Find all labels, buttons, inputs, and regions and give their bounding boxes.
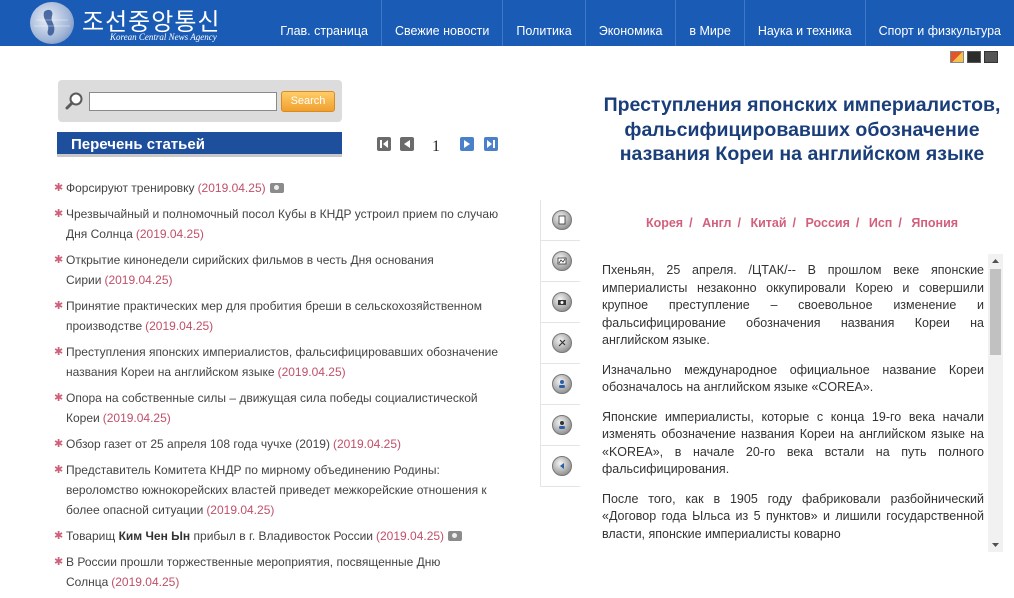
article-link[interactable]: Форсируют тренировку xyxy=(66,181,195,195)
first-page-icon[interactable] xyxy=(377,137,391,151)
list-item: ✱ Преступления японских империалистов, ф… xyxy=(54,342,504,382)
top-icons xyxy=(950,51,998,63)
lang-chinese[interactable]: Китай xyxy=(750,216,786,230)
article-link[interactable]: Принятие практических мер для пробития б… xyxy=(66,299,482,333)
person-icon[interactable] xyxy=(541,405,580,446)
kcna-logo[interactable]: 조선중앙통신 Korean Central News Agency xyxy=(30,0,240,46)
lang-korean[interactable]: Корея xyxy=(646,216,683,230)
bullet-star-icon: ✱ xyxy=(54,300,64,312)
bullet-star-icon: ✱ xyxy=(54,530,64,542)
lang-japanese[interactable]: Япония xyxy=(911,216,958,230)
search-input[interactable] xyxy=(89,92,277,111)
article-link[interactable]: Чрезвычайный и полномочный посол Кубы в … xyxy=(66,207,498,241)
article-title-prefix: Товарищ xyxy=(66,529,119,543)
list-item: ✱ Товарищ Ким Чен Ын прибыл в г. Владиво… xyxy=(54,526,504,546)
prev-page-icon[interactable] xyxy=(400,137,414,151)
next-page-icon[interactable] xyxy=(460,137,474,151)
globe-icon xyxy=(30,2,74,44)
camera-icon xyxy=(269,183,284,193)
article-link[interactable]: Представитель Комитета КНДР по мирному о… xyxy=(66,463,487,517)
search-icon xyxy=(65,92,83,110)
article-date: (2019.04.25) xyxy=(145,319,214,333)
list-item: ✱ Чрезвычайный и полномочный посол Кубы … xyxy=(54,204,504,244)
article-date: (2019.04.25) xyxy=(102,411,171,425)
scroll-thumb[interactable] xyxy=(990,269,1001,355)
list-item: ✱ Открытие кинонедели сирийских фильмов … xyxy=(54,250,504,290)
article-toolbar xyxy=(540,200,580,487)
article-paragraph: Пхеньян, 25 апреля. /ЦТАК/-- В прошлом в… xyxy=(602,263,984,347)
current-page-number: 1 xyxy=(432,138,440,155)
article-headline: Преступления японских империалистов, фал… xyxy=(603,94,1001,165)
article-date: (2019.04.25) xyxy=(197,181,266,195)
article-link[interactable]: Обзор газет от 25 апреля 108 года чучхе … xyxy=(66,437,330,451)
nav-science[interactable]: Наука и техника xyxy=(743,0,865,46)
person-add-icon[interactable] xyxy=(541,364,580,405)
last-page-icon[interactable] xyxy=(484,137,498,151)
article-date: (2019.04.25) xyxy=(277,365,346,379)
bullet-star-icon: ✱ xyxy=(54,392,64,404)
bullet-star-icon: ✱ xyxy=(54,182,64,194)
nav-latest-news[interactable]: Свежие новости xyxy=(381,0,502,46)
bullet-star-icon: ✱ xyxy=(54,556,64,568)
search-box: Search xyxy=(58,80,342,122)
video-icon[interactable] xyxy=(967,51,981,63)
list-item: ✱ Принятие практических мер для пробития… xyxy=(54,296,504,336)
lang-spanish[interactable]: Исп xyxy=(869,216,893,230)
logo-subtitle: Korean Central News Agency xyxy=(110,32,217,42)
nav-sports[interactable]: Спорт и физкультура xyxy=(864,0,1014,46)
language-links: Корея / Англ / Китай / Россия / Исп / Япония xyxy=(645,216,959,230)
nav-economy[interactable]: Экономика xyxy=(584,0,676,46)
photo-icon[interactable] xyxy=(541,241,580,282)
leader-name: Ким Чен Ын xyxy=(118,529,191,543)
bullet-star-icon: ✱ xyxy=(54,346,64,358)
article-paragraph: Японские империалисты, которые с конца 1… xyxy=(602,409,984,477)
article-list-header: Перечень статьей xyxy=(57,132,342,157)
list-item: ✱ Форсируют тренировку (2019.04.25) xyxy=(54,178,504,198)
article-scrollbar[interactable] xyxy=(988,254,1003,552)
article-date: (2019.04.25) xyxy=(135,227,204,241)
lang-english[interactable]: Англ xyxy=(702,216,731,230)
nav-world[interactable]: в Мире xyxy=(675,0,743,46)
scroll-down-icon[interactable] xyxy=(988,538,1003,552)
article-title-suffix: прибыл в г. Владивосток России xyxy=(190,529,373,543)
article-date: (2019.04.25) xyxy=(332,437,402,451)
document-icon[interactable] xyxy=(541,200,580,241)
article-body: Пхеньян, 25 апреля. /ЦТАК/-- В прошлом в… xyxy=(602,262,984,552)
scroll-up-icon[interactable] xyxy=(988,254,1003,268)
list-item: ✱ Опора на собственные силы – движущая с… xyxy=(54,388,504,428)
list-item: ✱ Обзор газет от 25 апреля 108 года чучх… xyxy=(54,434,504,454)
lang-russian[interactable]: Россия xyxy=(806,216,850,230)
article-list: ✱ Форсируют тренировку (2019.04.25) ✱ Чре… xyxy=(54,178,504,598)
article-date: (2019.04.25) xyxy=(376,529,445,543)
search-button[interactable]: Search xyxy=(281,91,335,112)
main-nav: Глав. страница Свежие новости Политика Э… xyxy=(267,0,1014,46)
camera-icon[interactable] xyxy=(541,282,580,323)
article-date: (2019.04.25) xyxy=(111,575,180,589)
bullet-star-icon: ✱ xyxy=(54,464,64,476)
nav-home[interactable]: Глав. страница xyxy=(267,0,381,46)
article-date: (2019.04.25) xyxy=(206,503,275,517)
camera-icon xyxy=(448,531,463,541)
list-item: ✱ В России прошли торжественные мероприя… xyxy=(54,552,504,592)
bullet-star-icon: ✱ xyxy=(54,208,64,220)
site-header: 조선중앙통신 Korean Central News Agency Глав. … xyxy=(0,0,1014,46)
article-date: (2019.04.25) xyxy=(104,273,173,287)
back-icon[interactable] xyxy=(541,446,580,487)
photo-gallery-icon[interactable] xyxy=(950,51,964,63)
audio-icon[interactable] xyxy=(984,51,998,63)
tools-icon[interactable] xyxy=(541,323,580,364)
article-paragraph: После того, как в 1905 году фабриковали … xyxy=(602,491,984,541)
article-paragraph: Изначально международное официальное наз… xyxy=(602,362,984,395)
list-item: ✱ Представитель Комитета КНДР по мирному… xyxy=(54,460,504,520)
bullet-star-icon: ✱ xyxy=(54,254,64,266)
bullet-star-icon: ✱ xyxy=(54,438,64,450)
article-link[interactable]: Товарищ Ким Чен Ын прибыл в г. Владивост… xyxy=(66,529,373,543)
nav-politics[interactable]: Политика xyxy=(502,0,584,46)
